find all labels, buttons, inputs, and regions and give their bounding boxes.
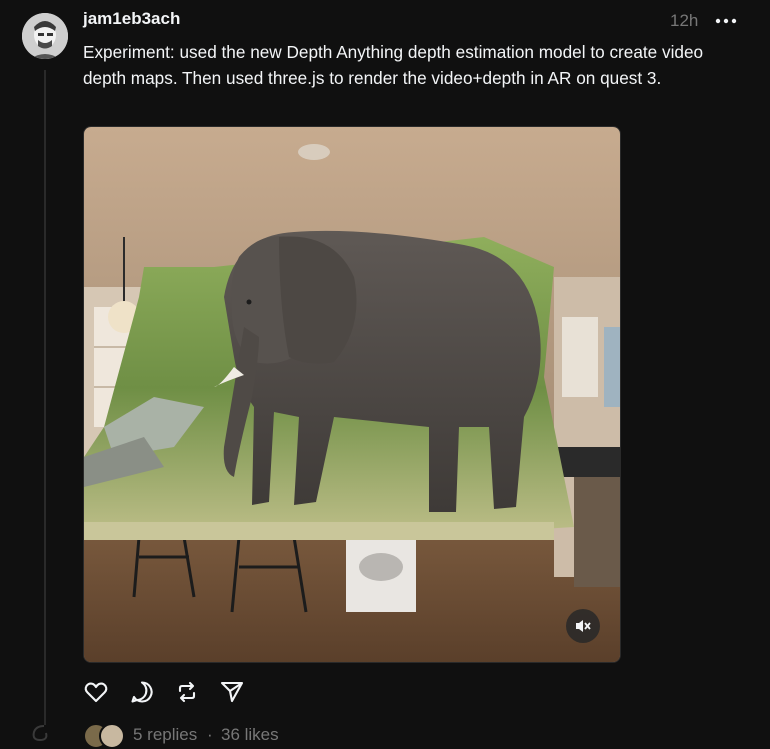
author-username[interactable]: jam1eb3ach [83,9,180,29]
likes-count[interactable]: 36 likes [221,725,279,745]
replies-count[interactable]: 5 replies [133,725,197,745]
thread-line [44,70,46,725]
mute-toggle-button[interactable] [566,609,600,643]
heart-icon[interactable] [83,679,109,705]
muted-speaker-icon [576,620,591,632]
send-icon[interactable] [219,679,245,705]
comment-icon[interactable] [129,679,155,705]
video-frame-illustration [84,127,620,662]
repost-icon[interactable] [174,679,200,705]
avatar-image [22,13,68,59]
more-horizontal-icon[interactable] [714,14,738,28]
replier-avatars [83,723,127,749]
author-avatar[interactable] [22,13,68,59]
replier-avatar [99,723,125,749]
post-video[interactable] [83,126,621,663]
thread-loop-icon [32,725,48,742]
post-text: Experiment: used the new Depth Anything … [83,42,704,88]
stats-separator: · [207,725,213,744]
post-timestamp[interactable]: 12h [670,11,698,31]
